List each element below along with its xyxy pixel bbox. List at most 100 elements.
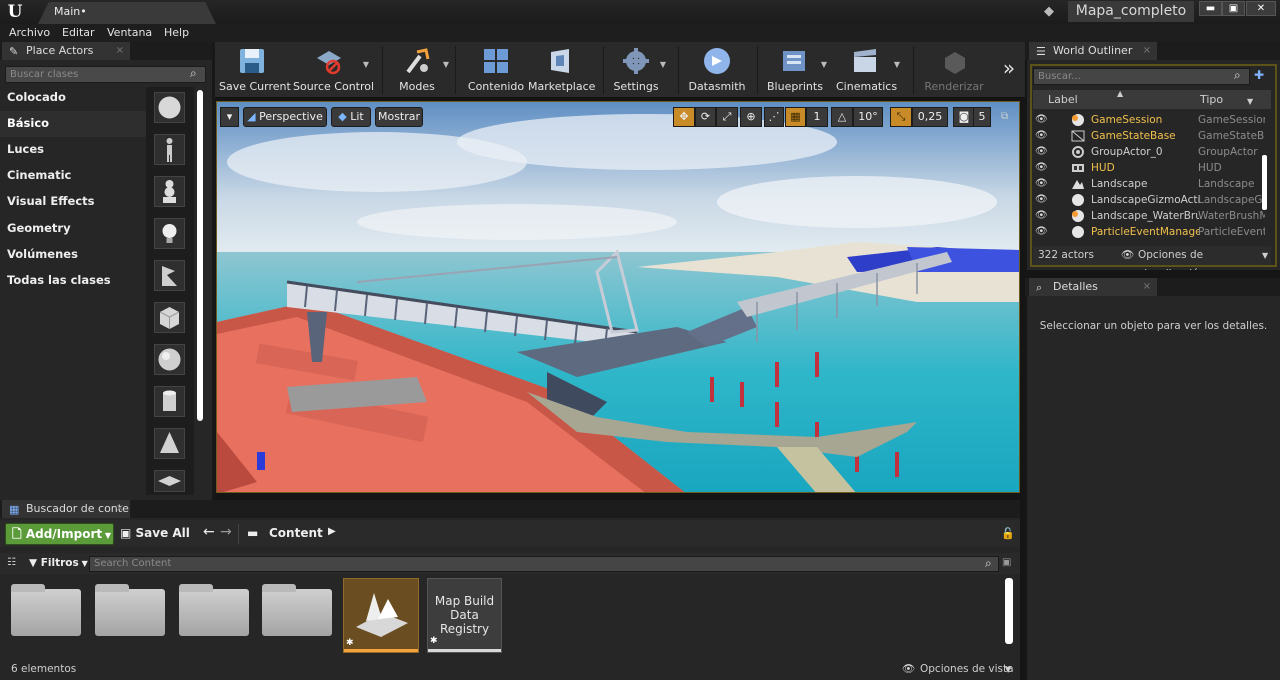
scale-tool-icon[interactable]: ⤢ [716,107,738,127]
chevron-down-icon[interactable]: ▼ [1247,97,1253,106]
grid-snap-icon[interactable]: ▦ [785,107,806,127]
scale-snap-icon[interactable]: ⤡ [890,107,912,127]
type-column-header[interactable]: Tipo [1200,93,1223,106]
outliner-search-input[interactable]: Buscar... [1033,68,1250,85]
chevron-down-icon[interactable]: ▼ [443,60,449,69]
camera-speed-value[interactable]: 5 [973,107,991,127]
outliner-row[interactable]: 👁 Landscape Landscape [1033,176,1265,192]
outliner-row[interactable]: 👁 HUD HUD [1033,160,1265,176]
scale-snap-value[interactable]: 0,25 [912,107,948,127]
marketplace-button[interactable]: Marketplace [528,42,595,98]
maximize-viewport-icon[interactable]: ⧉ [1001,111,1013,123]
camera-speed-icon[interactable]: ◙ [953,107,975,127]
empty-actor-icon[interactable] [154,92,185,123]
content-browser-tab[interactable]: ▦ Buscador de conte × [2,500,130,518]
chevron-down-icon[interactable]: ▼ [1262,246,1268,265]
place-actors-scrollbar[interactable] [197,90,203,421]
visibility-eye-icon[interactable]: 👁 [1035,192,1048,208]
visibility-eye-icon[interactable]: 👁 [1035,176,1048,192]
visibility-eye-icon[interactable]: 👁 [1035,208,1048,224]
rotate-tool-icon[interactable]: ⟳ [695,107,716,127]
lit-button[interactable]: ◆ Lit [331,107,371,127]
content-view-options[interactable]: Opciones de vista [920,659,1014,680]
point-light-icon[interactable] [154,218,185,249]
content-folder[interactable] [11,584,81,636]
world-space-icon[interactable]: ⊕ [740,107,762,127]
outliner-row[interactable]: 👁 Landscape_WaterBrusWaterBrushManager [1033,208,1265,224]
category-lights[interactable]: Luces [0,137,146,163]
cube-icon[interactable] [154,302,185,333]
category-visual-effects[interactable]: Visual Effects [0,189,146,215]
level-viewport[interactable] [216,101,1020,493]
settings-button[interactable]: Settings ▼ [612,42,666,98]
visibility-eye-icon[interactable]: 👁 [1035,128,1048,144]
category-recent[interactable]: Colocado recientemente [0,85,146,128]
save-all-button[interactable]: ▣ Save All [120,526,190,540]
level-tab[interactable]: Main• [38,2,216,24]
cinematics-button[interactable]: Cinematics ▼ [836,42,900,98]
category-all-classes[interactable]: Todas las clases [0,268,146,294]
rotation-snap-value[interactable]: 10° [853,107,883,127]
chevron-down-icon[interactable]: ▼ [363,60,369,69]
class-search-input[interactable]: Buscar clases [5,66,206,83]
minimize-button[interactable]: ▬ [1199,1,1222,16]
surface-snap-icon[interactable]: ⋰ [764,107,784,127]
content-folder[interactable] [179,584,249,636]
tab-close-icon[interactable]: × [116,42,124,60]
panel-splitter[interactable] [1020,500,1025,680]
modes-button[interactable]: Modes ▼ [391,42,449,98]
path-root-content[interactable]: Content [269,526,323,540]
menu-ventana[interactable]: Ventana [107,24,152,42]
tab-close-icon[interactable]: × [1143,42,1151,60]
unreal-logo-icon[interactable]: U [2,1,28,23]
visibility-eye-icon[interactable]: 👁 [1035,144,1048,160]
content-button[interactable]: Contenido [466,42,526,98]
chevron-down-icon[interactable]: ▼ [660,60,666,69]
content-folder[interactable] [262,584,332,636]
level-asset-tile[interactable]: ✱ [343,578,419,653]
source-control-button[interactable]: Source Control ▼ [293,42,374,98]
map-build-data-tile[interactable]: Map Build Data Registry ✱ [427,578,502,653]
lock-icon[interactable]: 🔓 [1001,527,1015,540]
add-folder-icon[interactable]: ✚ [1254,68,1270,84]
world-outliner-tab[interactable]: ☰ World Outliner × [1029,42,1157,60]
chevron-down-icon[interactable]: ▼ [894,60,900,69]
filters-button[interactable]: ▼ Filtros ▼ [29,557,88,569]
cone-icon[interactable] [154,428,185,459]
chevron-down-icon[interactable]: ▼ [1005,659,1011,680]
save-current-button[interactable]: Save Current [219,42,291,98]
translate-tool-icon[interactable]: ✥ [673,107,695,127]
panel-splitter[interactable] [212,42,215,500]
menu-archivo[interactable]: Archivo [9,24,50,42]
toolbar-overflow-button[interactable]: » [997,42,1021,98]
category-basic[interactable]: Básico [0,111,146,137]
outliner-row[interactable]: 👁 GameStateBase GameStateBase [1033,128,1265,144]
content-folder[interactable] [95,584,165,636]
category-cinematic[interactable]: Cinematic [0,163,146,189]
content-scrollbar[interactable] [1005,578,1013,644]
visibility-eye-icon[interactable]: 👁 [1035,224,1048,240]
sphere-icon[interactable] [154,344,185,375]
outliner-row[interactable]: 👁 LandscapeGizmoActivLandscapeGizmo [1033,192,1265,208]
visibility-eye-icon[interactable]: 👁 [1035,160,1048,176]
outliner-scrollbar[interactable] [1262,155,1267,210]
place-actors-tab[interactable]: ✎ Place Actors × [2,42,130,60]
datasmith-button[interactable]: Datasmith [687,42,747,98]
category-geometry[interactable]: Geometry [0,216,146,242]
visibility-eye-icon[interactable]: 👁 [1035,112,1048,128]
render-button[interactable]: Renderizar [921,42,987,98]
outliner-row[interactable]: 👁 ParticleEventManagerParticleEventManage… [1033,224,1265,240]
content-search-input[interactable]: Search Content [89,556,999,572]
menu-editar[interactable]: Editar [62,24,95,42]
tab-close-icon[interactable]: × [1143,278,1151,296]
category-volumes[interactable]: Volúmenes [0,242,146,268]
label-column-header[interactable]: Label [1048,93,1078,106]
plane-icon[interactable] [154,470,185,492]
maximize-button[interactable]: ▣ [1222,1,1245,16]
save-search-icon[interactable]: ▣ [1002,557,1011,568]
sources-panel-toggle-icon[interactable]: ☷ [7,557,16,568]
rotation-snap-icon[interactable]: △ [831,107,853,127]
character-icon[interactable] [154,134,185,165]
cylinder-icon[interactable] [154,386,185,417]
path-chevron-right-icon[interactable]: ▶ [328,526,336,537]
